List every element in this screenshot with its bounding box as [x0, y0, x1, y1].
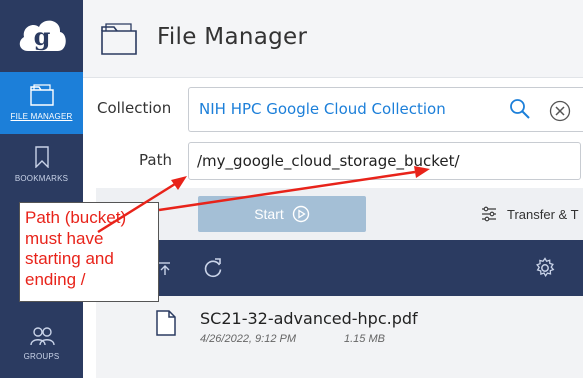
- start-button[interactable]: Start: [198, 196, 366, 232]
- sidebar-item-label: GROUPS: [23, 352, 60, 361]
- path-value[interactable]: /my_google_cloud_storage_bucket/: [197, 152, 460, 170]
- sidebar-item-label: FILE MANAGER: [10, 112, 73, 121]
- page-title: File Manager: [157, 24, 308, 50]
- annotation-line: must have: [25, 228, 104, 248]
- page-header: File Manager: [83, 0, 583, 78]
- refresh-icon[interactable]: [202, 257, 224, 279]
- svg-text:g: g: [33, 22, 50, 51]
- collection-label: Collection: [97, 99, 172, 117]
- file-row[interactable]: SC21-32-advanced-hpc.pdf 4/26/2022, 9:12…: [96, 296, 583, 356]
- collection-value[interactable]: NIH HPC Google Cloud Collection: [199, 100, 446, 118]
- groups-icon: [29, 327, 55, 346]
- file-name: SC21-32-advanced-hpc.pdf: [200, 309, 418, 328]
- file-manager-header-icon: [101, 23, 137, 55]
- path-input[interactable]: /my_google_cloud_storage_bucket/: [188, 142, 581, 180]
- annotation-line: ending /: [25, 269, 86, 289]
- file-list-toolbar: [96, 240, 583, 296]
- start-button-label: Start: [254, 206, 284, 222]
- sidebar: g FILE MANAGER BOOKMARKS CO GROUPS: [0, 0, 83, 378]
- globus-logo[interactable]: g: [0, 0, 83, 72]
- file-icon: [156, 310, 176, 336]
- search-icon[interactable]: [509, 98, 531, 120]
- sidebar-item-file-manager[interactable]: FILE MANAGER: [0, 72, 83, 134]
- sidebar-item-groups[interactable]: GROUPS: [0, 320, 83, 368]
- clear-icon[interactable]: [549, 100, 571, 122]
- transfer-settings-label: Transfer & T: [507, 206, 579, 222]
- file-date: 4/26/2022, 9:12 PM: [200, 333, 297, 345]
- path-label: Path: [139, 151, 172, 169]
- file-manager-icon: [29, 84, 54, 106]
- up-folder-icon[interactable]: [158, 262, 172, 276]
- file-size: 1.15 MB: [344, 333, 385, 345]
- sliders-icon: [482, 206, 496, 222]
- transfer-action-bar: Start Transfer & T: [96, 188, 583, 240]
- transfer-settings-button[interactable]: Transfer & T: [481, 206, 579, 222]
- annotation-callout: Path (bucket) must have starting and end…: [19, 202, 159, 302]
- file-list: SC21-32-advanced-hpc.pdf 4/26/2022, 9:12…: [96, 296, 583, 378]
- sidebar-item-label: BOOKMARKS: [14, 174, 69, 183]
- annotation-line: Path (bucket): [25, 208, 127, 227]
- bookmark-icon: [34, 146, 49, 168]
- gear-icon[interactable]: [534, 257, 556, 279]
- sidebar-item-bookmarks[interactable]: BOOKMARKS: [0, 142, 83, 198]
- annotation-line: starting and: [25, 249, 114, 268]
- play-circle-icon: [292, 205, 309, 223]
- collection-field[interactable]: NIH HPC Google Cloud Collection: [188, 87, 583, 132]
